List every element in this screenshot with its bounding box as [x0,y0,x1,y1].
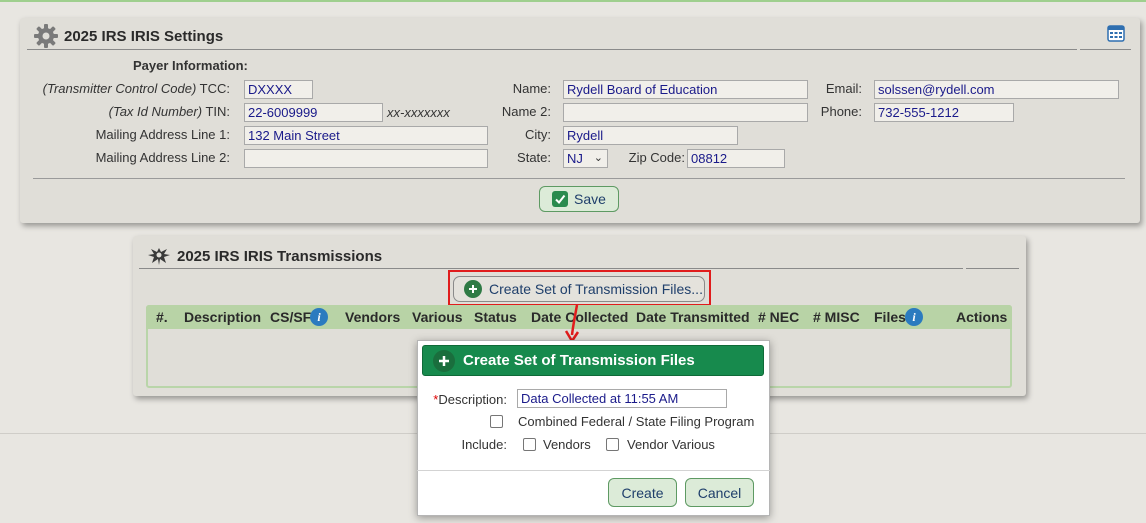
state-label: State: [517,150,551,165]
mailing-address-1-label: Mailing Address Line 1: [95,127,230,142]
description-input[interactable]: Data Collected at 11:55 AM [517,389,727,408]
dialog-header: Create Set of Transmission Files [422,345,764,376]
mailing-address-1-input[interactable]: 132 Main Street [244,126,488,145]
mailing-address-2-input[interactable] [244,149,488,168]
calendar-icon[interactable] [1107,24,1125,42]
tcc-input[interactable]: DXXXX [244,80,313,99]
transmissions-title: 2025 IRS IRIS Transmissions [177,248,383,265]
email-input[interactable]: solssen@rydell.com [874,80,1119,99]
state-select[interactable]: NJ ⌄ [563,149,608,168]
name-2-input[interactable] [563,103,808,122]
zip-code-label: Zip Code: [628,150,685,165]
info-icon[interactable]: i [905,308,923,326]
checkmark-icon [552,191,569,207]
dialog-footer-rule [417,470,770,471]
city-label: City: [525,127,551,142]
phone-input[interactable]: 732-555-1212 [874,103,1014,122]
top-accent-line [0,0,1146,2]
settings-title-rule-right [1080,49,1131,50]
column-header-date-transmitted[interactable]: Date Transmitted [636,309,750,325]
cancel-button[interactable]: Cancel [685,478,754,507]
include-label: Include: [461,437,507,452]
column-header-description[interactable]: Description [184,309,261,325]
email-label: Email: [825,81,862,96]
mailing-address-2-label: Mailing Address Line 2: [95,150,230,165]
column-header-files[interactable]: Files [874,309,906,325]
vendor-various-label: Vendor Various [627,437,715,452]
state-select-value: NJ [567,151,583,166]
column-header-number[interactable]: #. [156,309,168,325]
save-button[interactable]: Save [539,186,619,212]
column-header-vendors[interactable]: Vendors [345,309,400,325]
irs-eagle-icon [147,246,171,266]
tin-input[interactable]: 22-6009999 [244,103,383,122]
city-input[interactable]: Rydell [563,126,738,145]
save-button-label: Save [574,191,606,207]
name-2-label: Name 2: [501,104,551,119]
name-input[interactable]: Rydell Board of Education [563,80,808,99]
column-header-misc[interactable]: # MISC [813,309,860,325]
tin-label: (Tax Id Number) TIN: [108,104,230,119]
column-header-cs-sf[interactable]: CS/SF [270,309,311,325]
chevron-down-icon: ⌄ [593,152,603,164]
settings-title: 2025 IRS IRIS Settings [64,28,224,45]
column-header-nec[interactable]: # NEC [758,309,799,325]
settings-footer-rule [33,178,1125,179]
payer-information-label: Payer Information: [133,58,248,73]
vendors-checkbox[interactable] [523,438,536,451]
column-header-status[interactable]: Status [474,309,517,325]
tcc-label: (Transmitter Control Code) TCC: [42,81,230,96]
column-header-various[interactable]: Various [412,309,463,325]
dialog-title: Create Set of Transmission Files [463,352,695,369]
gear-icon [33,23,59,49]
tin-format-hint: xx-xxxxxxx [387,105,450,120]
transmissions-title-rule-right [966,268,1019,269]
red-arrow-icon [563,304,585,344]
create-button[interactable]: Create [608,478,677,507]
column-header-actions[interactable]: Actions [956,309,1007,325]
settings-title-rule [27,49,1077,50]
combined-filing-checkbox[interactable] [490,415,503,428]
zip-code-input[interactable]: 08812 [687,149,785,168]
combined-filing-label: Combined Federal / State Filing Program [518,414,755,429]
info-icon[interactable]: i [310,308,328,326]
phone-label: Phone: [820,104,862,119]
highlight-box [448,270,711,306]
plus-icon [433,349,455,372]
vendors-label: Vendors [543,437,591,452]
vendor-various-checkbox[interactable] [606,438,619,451]
name-label: Name: [512,81,551,96]
transmissions-title-rule [139,268,963,269]
description-label: *Description: [433,392,507,407]
